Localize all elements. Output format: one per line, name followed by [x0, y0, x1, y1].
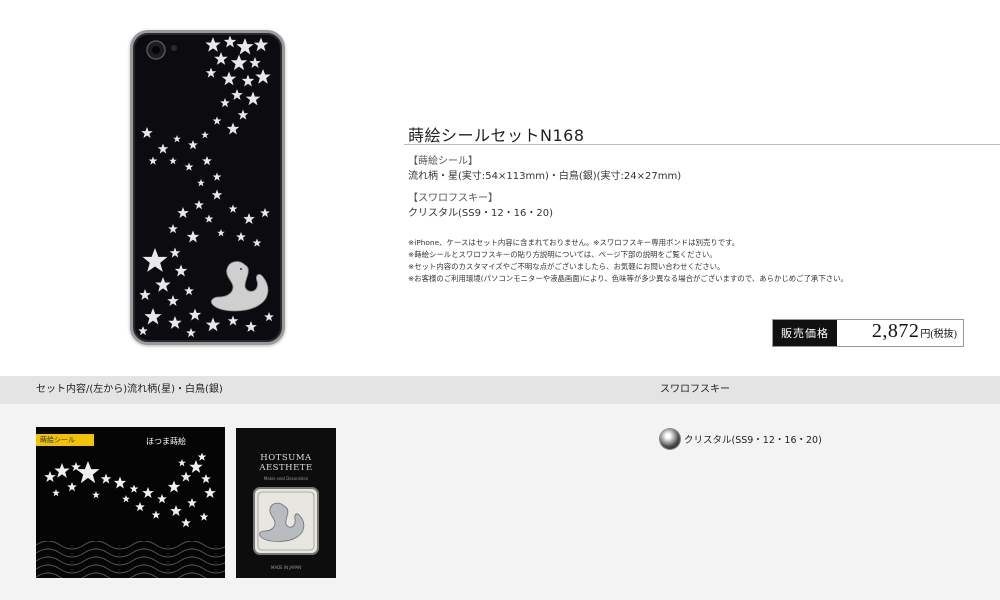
title-divider — [404, 144, 1000, 145]
product-title: 蒔絵シールセットN168 — [408, 126, 585, 145]
package-image-swan: HOTSUMA AESTHETE Makie seal Decoration M… — [236, 428, 336, 578]
swarovski-item: クリスタル(SS9・12・16・20) — [660, 429, 822, 449]
package-brand: ほつま蒔絵 — [146, 437, 186, 446]
package-image-star-pattern: 蒔絵シール ほつま蒔絵 — [36, 427, 225, 578]
swan-icon — [211, 261, 269, 312]
set-contents-heading: セット内容/(左から)流れ柄(星)・白鳥(銀) — [36, 384, 223, 395]
spec-heading-makie: 【蒔絵シール】 — [408, 156, 478, 167]
section-header-band: セット内容/(左から)流れ柄(星)・白鳥(銀) スワロフスキー — [0, 376, 1000, 404]
price-box: 販売価格 2,872 円(税抜) — [772, 319, 964, 347]
spec-body-swarovski: クリスタル(SS9・12・16・20) — [408, 208, 554, 219]
star-swan-pattern — [138, 35, 274, 338]
note-line: ※セット内容のカスタマイズやご不明な点がございましたら、お気軽にお問い合わせくだ… — [408, 262, 725, 271]
price-unit: 円(税抜) — [920, 329, 957, 340]
price-label: 販売価格 — [773, 320, 837, 346]
note-line: ※蒔絵シールとスワロフスキーの貼り方説明については、ページ下部の説明をご覧くださ… — [408, 250, 717, 259]
crystal-label: クリスタル(SS9・12・16・20) — [684, 435, 822, 446]
package-tag: 蒔絵シール — [36, 434, 94, 446]
product-image-phone-case — [130, 30, 285, 345]
note-line: ※iPhone、ケースはセット内容に含まれておりません。※スワロフスキー専用ボン… — [408, 238, 740, 247]
swarovski-heading: スワロフスキー — [660, 384, 730, 395]
spec-body-makie: 流れ柄・星(実寸:54×113mm)・白鳥(銀)(実寸:24×27mm) — [408, 171, 682, 182]
package-footer: MADE IN JAPAN — [270, 565, 302, 570]
spec-heading-swarovski: 【スワロフスキー】 — [408, 193, 498, 204]
star-stream-graphic — [36, 452, 225, 578]
price-amount: 2,872 — [871, 320, 920, 342]
swan-card-graphic — [253, 487, 319, 555]
product-section: 蒔絵シールセットN168 【蒔絵シール】 流れ柄・星(実寸:54×113mm)・… — [0, 0, 1000, 376]
crystal-gem-icon — [660, 429, 680, 449]
price-value-wrap: 2,872 円(税抜) — [837, 320, 963, 346]
notes-list: ※iPhone、ケースはセット内容に含まれておりません。※スワロフスキー専用ボン… — [408, 237, 848, 285]
note-line: ※お客様のご利用環境(パソコンモニターや液晶画面)により、色味等が多少異なる場合… — [408, 274, 848, 283]
